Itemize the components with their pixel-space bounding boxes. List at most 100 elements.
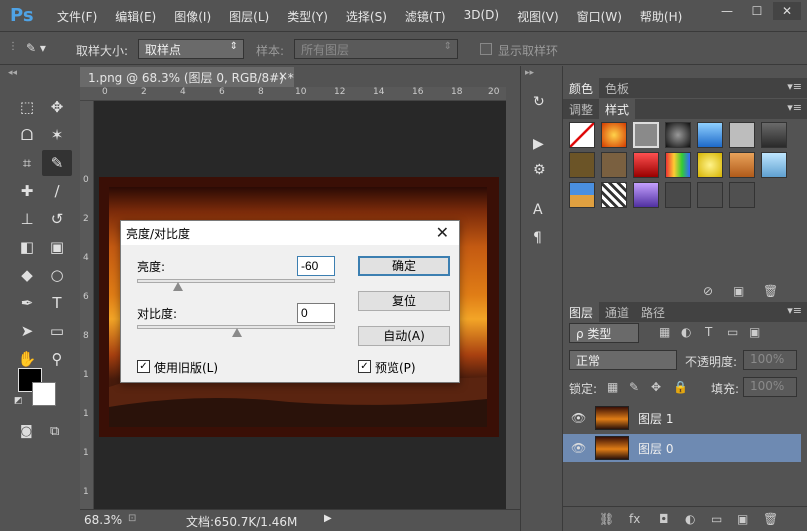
- style-swatch[interactable]: [569, 182, 595, 208]
- path-select-icon[interactable]: ➤: [12, 318, 42, 344]
- menu-3d[interactable]: 3D(D): [455, 8, 508, 25]
- panel-menu-icon[interactable]: ▾≡: [787, 80, 802, 93]
- style-swatch[interactable]: [601, 152, 627, 178]
- style-swatch[interactable]: [601, 182, 627, 208]
- style-swatch[interactable]: [729, 152, 755, 178]
- menu-layer[interactable]: 图层(L): [220, 8, 278, 25]
- adjustment-layer-icon[interactable]: ◐: [685, 512, 695, 526]
- filter-pixel-icon[interactable]: ▦: [659, 325, 670, 339]
- menu-window[interactable]: 窗口(W): [568, 8, 631, 25]
- style-swatch[interactable]: [569, 152, 595, 178]
- layer-mask-icon[interactable]: ◘: [659, 512, 669, 526]
- visibility-eye-icon[interactable]: 👁: [571, 411, 586, 425]
- style-swatch[interactable]: [665, 152, 691, 178]
- delete-layer-icon[interactable]: 🗑: [763, 512, 778, 526]
- close-window-button[interactable]: ✕: [773, 2, 801, 20]
- visibility-eye-icon[interactable]: 👁: [571, 441, 586, 455]
- blend-mode-select[interactable]: 正常: [569, 350, 677, 370]
- collapse-icon[interactable]: ◂◂: [8, 68, 17, 78]
- brightness-slider[interactable]: [137, 279, 335, 283]
- menu-image[interactable]: 图像(I): [165, 8, 220, 25]
- brightness-slider-thumb[interactable]: [173, 282, 183, 291]
- new-group-icon[interactable]: ▭: [711, 512, 722, 526]
- tab-channels[interactable]: 通道: [599, 302, 635, 322]
- dialog-title-bar[interactable]: 亮度/对比度 ✕: [121, 221, 459, 245]
- brush-tool-icon[interactable]: ∕: [42, 178, 72, 204]
- menu-file[interactable]: 文件(F): [48, 8, 106, 25]
- gradient-tool-icon[interactable]: ▣: [42, 234, 72, 260]
- dialog-close-icon[interactable]: ✕: [436, 223, 449, 242]
- minimize-button[interactable]: —: [713, 2, 741, 20]
- pen-tool-icon[interactable]: ✒: [12, 290, 42, 316]
- style-swatch[interactable]: [697, 122, 723, 148]
- panel-menu-icon[interactable]: ▾≡: [787, 304, 802, 317]
- clone-stamp-icon[interactable]: ⊥: [12, 206, 42, 232]
- lasso-tool-icon[interactable]: ᗝ: [12, 122, 42, 148]
- show-ring-checkbox[interactable]: [480, 43, 492, 55]
- marquee-tool-icon[interactable]: ⬚: [12, 94, 42, 120]
- zoom-tool-icon[interactable]: ⚲: [42, 346, 72, 372]
- screen-mode-icon[interactable]: ⧉: [50, 424, 59, 439]
- move-tool-icon[interactable]: ✥: [42, 94, 72, 120]
- tab-styles[interactable]: 样式: [599, 99, 636, 119]
- style-swatch[interactable]: [761, 152, 787, 178]
- style-swatch[interactable]: [761, 122, 787, 148]
- style-swatch[interactable]: [633, 152, 659, 178]
- actions-panel-icon[interactable]: ▶: [533, 136, 544, 152]
- dodge-tool-icon[interactable]: ○: [42, 262, 72, 288]
- lock-pixels-icon[interactable]: ✎: [629, 380, 639, 394]
- style-swatch[interactable]: [697, 152, 723, 178]
- background-color-swatch[interactable]: [32, 382, 56, 406]
- menu-help[interactable]: 帮助(H): [631, 8, 691, 25]
- type-tool-icon[interactable]: T: [42, 290, 72, 316]
- link-layers-icon[interactable]: ⛓: [599, 512, 614, 526]
- character-panel-icon[interactable]: A: [533, 202, 543, 218]
- auto-button[interactable]: 自动(A): [358, 326, 450, 346]
- lock-all-icon[interactable]: 🔒: [673, 380, 688, 394]
- legacy-checkbox[interactable]: ✓: [137, 360, 150, 373]
- layer-style-icon[interactable]: fx: [629, 512, 640, 526]
- preview-checkbox[interactable]: ✓: [358, 360, 371, 373]
- contrast-input[interactable]: [297, 303, 335, 323]
- shape-tool-icon[interactable]: ▭: [42, 318, 72, 344]
- blur-tool-icon[interactable]: ◆: [12, 262, 42, 288]
- document-tab[interactable]: 1.png @ 68.3% (图层 0, RGB/8#) * ×: [80, 67, 294, 87]
- expand-icon[interactable]: ▸▸: [525, 68, 534, 78]
- layer-row[interactable]: 👁 图层 1: [563, 404, 801, 432]
- reset-button[interactable]: 复位: [358, 291, 450, 311]
- tab-layers[interactable]: 图层: [563, 302, 600, 322]
- new-layer-icon[interactable]: ▣: [737, 512, 748, 526]
- eraser-tool-icon[interactable]: ◧: [12, 234, 42, 260]
- style-swatch-none[interactable]: [569, 122, 595, 148]
- contrast-slider-thumb[interactable]: [232, 328, 242, 337]
- history-panel-icon[interactable]: ↻: [533, 94, 545, 110]
- sample-select[interactable]: 所有图层 ⇕: [294, 39, 458, 59]
- zoom-level[interactable]: 68.3%: [84, 513, 122, 527]
- opacity-input[interactable]: 100%: [743, 350, 797, 370]
- eyedropper-tool-preset-icon[interactable]: ✎ ▾: [26, 41, 46, 55]
- delete-style-icon[interactable]: 🗑: [763, 284, 778, 298]
- quick-mask-icon[interactable]: ◙: [20, 424, 33, 439]
- style-swatch[interactable]: [601, 122, 627, 148]
- status-info-icon[interactable]: ⊡: [128, 513, 136, 524]
- style-swatch[interactable]: [697, 182, 723, 208]
- history-brush-icon[interactable]: ↺: [42, 206, 72, 232]
- style-swatch[interactable]: [633, 182, 659, 208]
- healing-brush-icon[interactable]: ✚: [12, 178, 42, 204]
- ok-button[interactable]: 确定: [358, 256, 450, 276]
- filter-shape-icon[interactable]: ▭: [727, 325, 738, 339]
- lock-transparent-icon[interactable]: ▦: [607, 380, 618, 394]
- fill-input[interactable]: 100%: [743, 377, 797, 397]
- new-style-icon[interactable]: ▣: [733, 284, 744, 298]
- filter-adjustment-icon[interactable]: ◐: [681, 325, 691, 339]
- paragraph-panel-icon[interactable]: ¶: [533, 230, 542, 246]
- style-swatch[interactable]: [729, 182, 755, 208]
- crop-tool-icon[interactable]: ⌗: [12, 150, 42, 176]
- tab-paths[interactable]: 路径: [635, 302, 671, 322]
- style-swatch[interactable]: [633, 122, 659, 148]
- layer-row-selected[interactable]: 👁 图层 0: [563, 434, 801, 462]
- menu-view[interactable]: 视图(V): [508, 8, 568, 25]
- filter-type-icon[interactable]: T: [705, 325, 712, 339]
- menu-edit[interactable]: 编辑(E): [106, 8, 165, 25]
- clear-style-icon[interactable]: ⊘: [703, 284, 713, 298]
